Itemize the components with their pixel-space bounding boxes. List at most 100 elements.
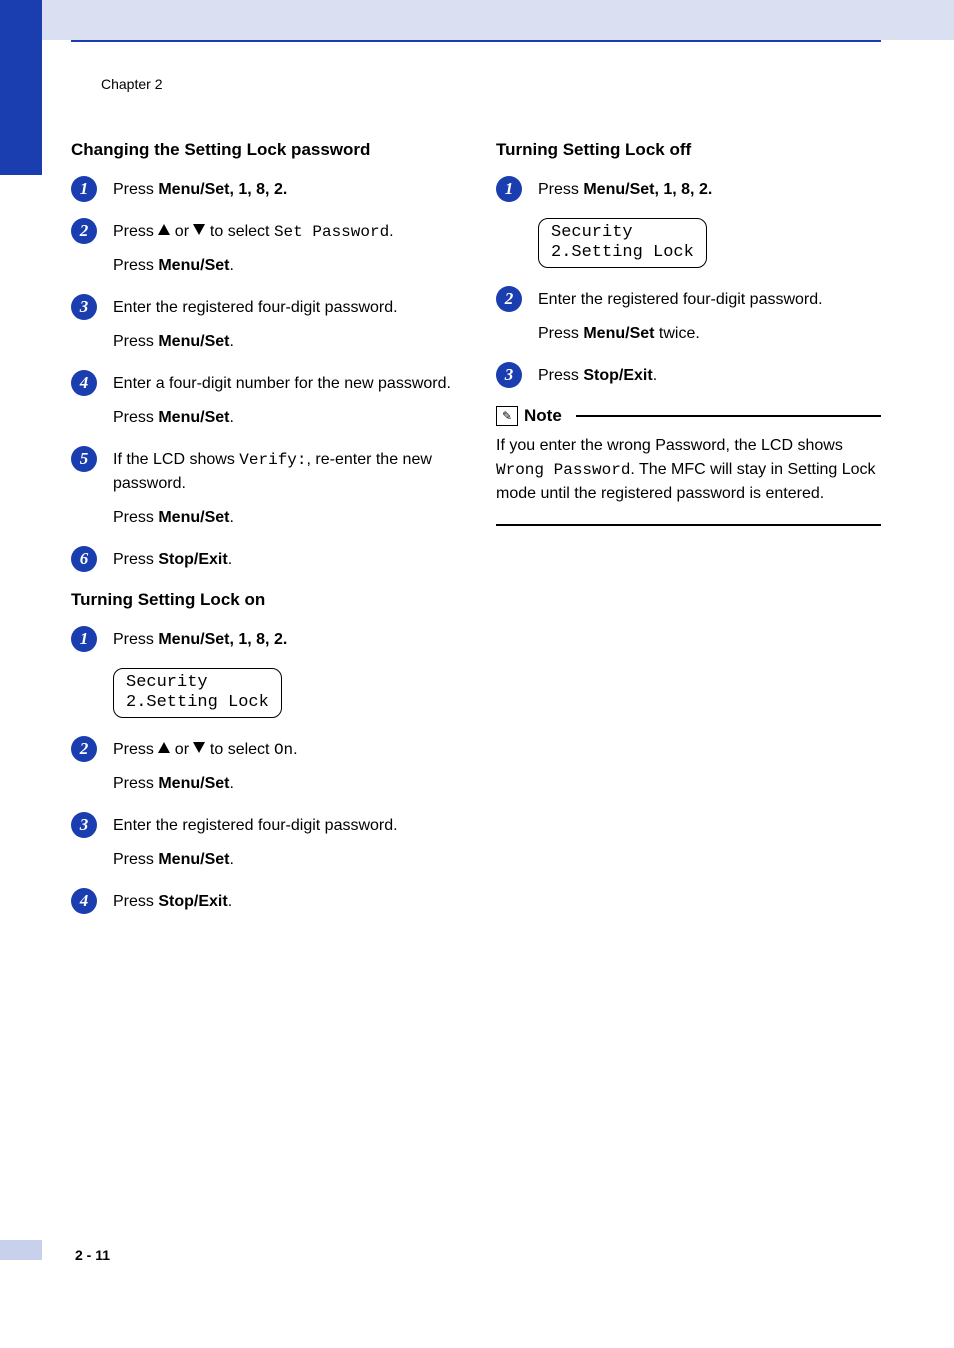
text: or	[170, 741, 193, 758]
text: Press	[113, 551, 158, 568]
text: .	[228, 551, 232, 568]
note-title: Note	[524, 406, 562, 426]
note-rule	[576, 415, 881, 417]
footer-band	[0, 1240, 42, 1260]
step-body: Press Menu/Set, 1, 8, 2.	[113, 178, 456, 202]
key-label: Stop/Exit	[583, 367, 652, 384]
step: 3 Enter the registered four-digit passwo…	[71, 814, 456, 872]
step-body: Press or to select On. Press Menu/Set.	[113, 738, 456, 796]
step-body: Press Menu/Set, 1, 8, 2. Security 2.Sett…	[113, 628, 456, 720]
key-sequence: , 1, 8, 2.	[229, 631, 287, 648]
text: .	[228, 893, 232, 910]
step-body: If the LCD shows Verify:, re-enter the n…	[113, 448, 456, 530]
text: Enter the registered four-digit password…	[113, 296, 456, 320]
step-number-icon: 4	[71, 888, 97, 914]
key-sequence: , 1, 8, 2.	[229, 181, 287, 198]
step: 5 If the LCD shows Verify:, re-enter the…	[71, 448, 456, 530]
text: Enter the registered four-digit password…	[113, 814, 456, 838]
step-body: Press Menu/Set, 1, 8, 2. Security 2.Sett…	[538, 178, 881, 270]
text: twice.	[654, 325, 699, 342]
lcd-text: Verify:	[239, 451, 306, 469]
step: 4 Enter a four-digit number for the new …	[71, 372, 456, 430]
down-arrow-icon	[193, 224, 205, 235]
text: Press	[113, 851, 158, 868]
left-column: Changing the Setting Lock password 1 Pre…	[71, 130, 456, 932]
key-label: Menu/Set	[158, 257, 229, 274]
step: 6 Press Stop/Exit.	[71, 548, 456, 572]
lcd-text: On	[274, 741, 293, 759]
step-body: Press Stop/Exit.	[538, 364, 881, 388]
section-heading: Turning Setting Lock off	[496, 140, 881, 160]
key-label: Menu/Set	[583, 325, 654, 342]
key-sequence: , 1, 8, 2.	[654, 181, 712, 198]
text: Press	[538, 325, 583, 342]
text: Press	[113, 631, 158, 648]
step-number-icon: 5	[71, 446, 97, 472]
main-content: Changing the Setting Lock password 1 Pre…	[71, 130, 881, 932]
key-label: Menu/Set	[158, 509, 229, 526]
step: 1 Press Menu/Set, 1, 8, 2. Security 2.Se…	[71, 628, 456, 720]
key-label: Menu/Set	[158, 409, 229, 426]
lcd-text: Set Password	[274, 223, 389, 241]
text: Press	[113, 893, 158, 910]
text: Press	[113, 741, 158, 758]
up-arrow-icon	[158, 742, 170, 753]
key-label: Menu/Set	[158, 851, 229, 868]
step: 1 Press Menu/Set, 1, 8, 2. Security 2.Se…	[496, 178, 881, 270]
text: .	[229, 409, 233, 426]
text: Enter the registered four-digit password…	[538, 288, 881, 312]
text: Press	[538, 367, 583, 384]
text: Press	[113, 181, 158, 198]
step: 1 Press Menu/Set, 1, 8, 2.	[71, 178, 456, 202]
lcd-text: Wrong Password	[496, 461, 630, 479]
step-number-icon: 4	[71, 370, 97, 396]
header-divider	[71, 40, 881, 42]
key-label: Menu/Set	[158, 333, 229, 350]
step-body: Enter the registered four-digit password…	[113, 296, 456, 354]
note-block: ✎ Note If you enter the wrong Password, …	[496, 406, 881, 526]
key-label: Menu/Set	[158, 775, 229, 792]
text: .	[229, 851, 233, 868]
section-heading: Turning Setting Lock on	[71, 590, 456, 610]
text: or	[170, 223, 193, 240]
text: Press	[113, 775, 158, 792]
step-body: Enter the registered four-digit password…	[113, 814, 456, 872]
right-column: Turning Setting Lock off 1 Press Menu/Se…	[496, 130, 881, 932]
key-label: Menu/Set	[158, 631, 229, 648]
step-number-icon: 2	[71, 736, 97, 762]
text: to select	[205, 741, 273, 758]
key-label: Menu/Set	[158, 181, 229, 198]
lcd-display: Security 2.Setting Lock	[538, 218, 707, 268]
header-band	[0, 0, 954, 40]
step-body: Press or to select Set Password. Press M…	[113, 220, 456, 278]
text: Press	[113, 333, 158, 350]
step-body: Enter the registered four-digit password…	[538, 288, 881, 346]
step: 3 Enter the registered four-digit passwo…	[71, 296, 456, 354]
note-body: If you enter the wrong Password, the LCD…	[496, 434, 881, 506]
down-arrow-icon	[193, 742, 205, 753]
step: 4 Press Stop/Exit.	[71, 890, 456, 914]
text: If the LCD shows	[113, 451, 239, 468]
step-number-icon: 1	[71, 176, 97, 202]
step-number-icon: 3	[71, 812, 97, 838]
section-heading: Changing the Setting Lock password	[71, 140, 456, 160]
text: .	[293, 741, 297, 758]
text: to select	[205, 223, 273, 240]
side-band	[0, 0, 42, 175]
lcd-display: Security 2.Setting Lock	[113, 668, 282, 718]
text: Press	[113, 223, 158, 240]
text: .	[229, 775, 233, 792]
text: .	[229, 257, 233, 274]
step-body: Enter a four-digit number for the new pa…	[113, 372, 456, 430]
step: 3 Press Stop/Exit.	[496, 364, 881, 388]
chapter-label: Chapter 2	[101, 76, 162, 92]
key-label: Stop/Exit	[158, 893, 227, 910]
text: .	[229, 509, 233, 526]
key-label: Menu/Set	[583, 181, 654, 198]
step: 2 Enter the registered four-digit passwo…	[496, 288, 881, 346]
text: Enter a four-digit number for the new pa…	[113, 372, 456, 396]
text: Press	[538, 181, 583, 198]
step: 2 Press or to select Set Password. Press…	[71, 220, 456, 278]
step-body: Press Stop/Exit.	[113, 548, 456, 572]
step-number-icon: 1	[496, 176, 522, 202]
